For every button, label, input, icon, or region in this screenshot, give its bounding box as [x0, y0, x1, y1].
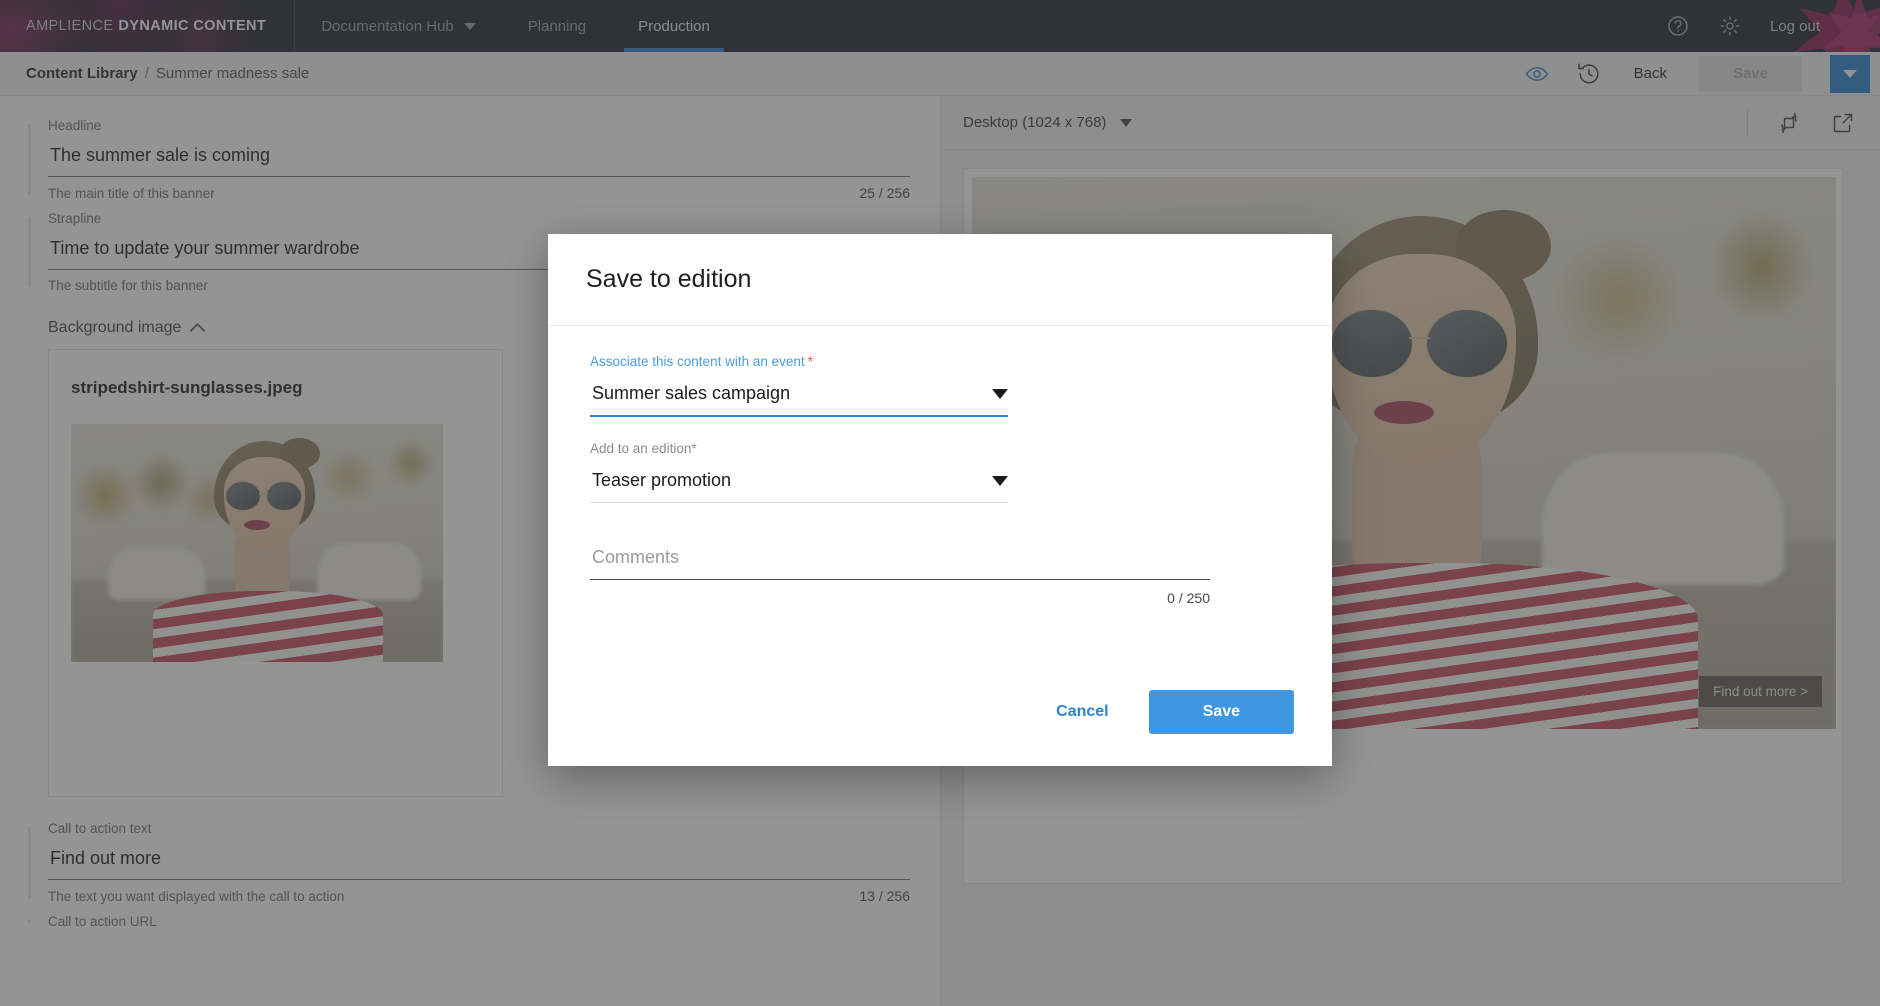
event-field-label: Associate this content with an event * — [590, 354, 1294, 369]
chevron-down-icon — [992, 388, 1008, 399]
edition-field-label: Add to an edition* — [590, 441, 1294, 456]
required-asterisk: * — [691, 441, 697, 456]
event-field-group: Associate this content with an event * Su… — [590, 354, 1294, 417]
edition-field-group: Add to an edition* Teaser promotion — [590, 441, 1294, 503]
dialog-footer: Cancel Save — [548, 658, 1332, 766]
comments-char-count: 0 / 250 — [1167, 590, 1210, 606]
comments-field-group: Comments 0 / 250 — [590, 545, 1294, 606]
event-select[interactable]: Summer sales campaign — [590, 381, 1008, 417]
dialog-save-button[interactable]: Save — [1148, 690, 1294, 734]
event-label-text: Associate this content with an event — [590, 354, 805, 369]
dialog-title: Save to edition — [586, 265, 752, 293]
edition-label-text: Add to an edition — [590, 441, 692, 456]
edition-select-value: Teaser promotion — [592, 470, 732, 490]
save-to-edition-dialog: Save to edition Associate this content w… — [548, 234, 1332, 766]
cancel-button[interactable]: Cancel — [1030, 691, 1134, 733]
event-select-value: Summer sales campaign — [592, 383, 791, 403]
dialog-body: Associate this content with an event * Su… — [548, 326, 1332, 658]
app-root: AMPLIENCE DYNAMIC CONTENT Documentation … — [0, 0, 1880, 1006]
comments-input[interactable]: Comments — [590, 545, 1210, 580]
dialog-header: Save to edition — [548, 234, 1332, 326]
required-asterisk: * — [807, 354, 813, 369]
chevron-down-icon — [992, 475, 1008, 486]
edition-select[interactable]: Teaser promotion — [590, 468, 1008, 503]
